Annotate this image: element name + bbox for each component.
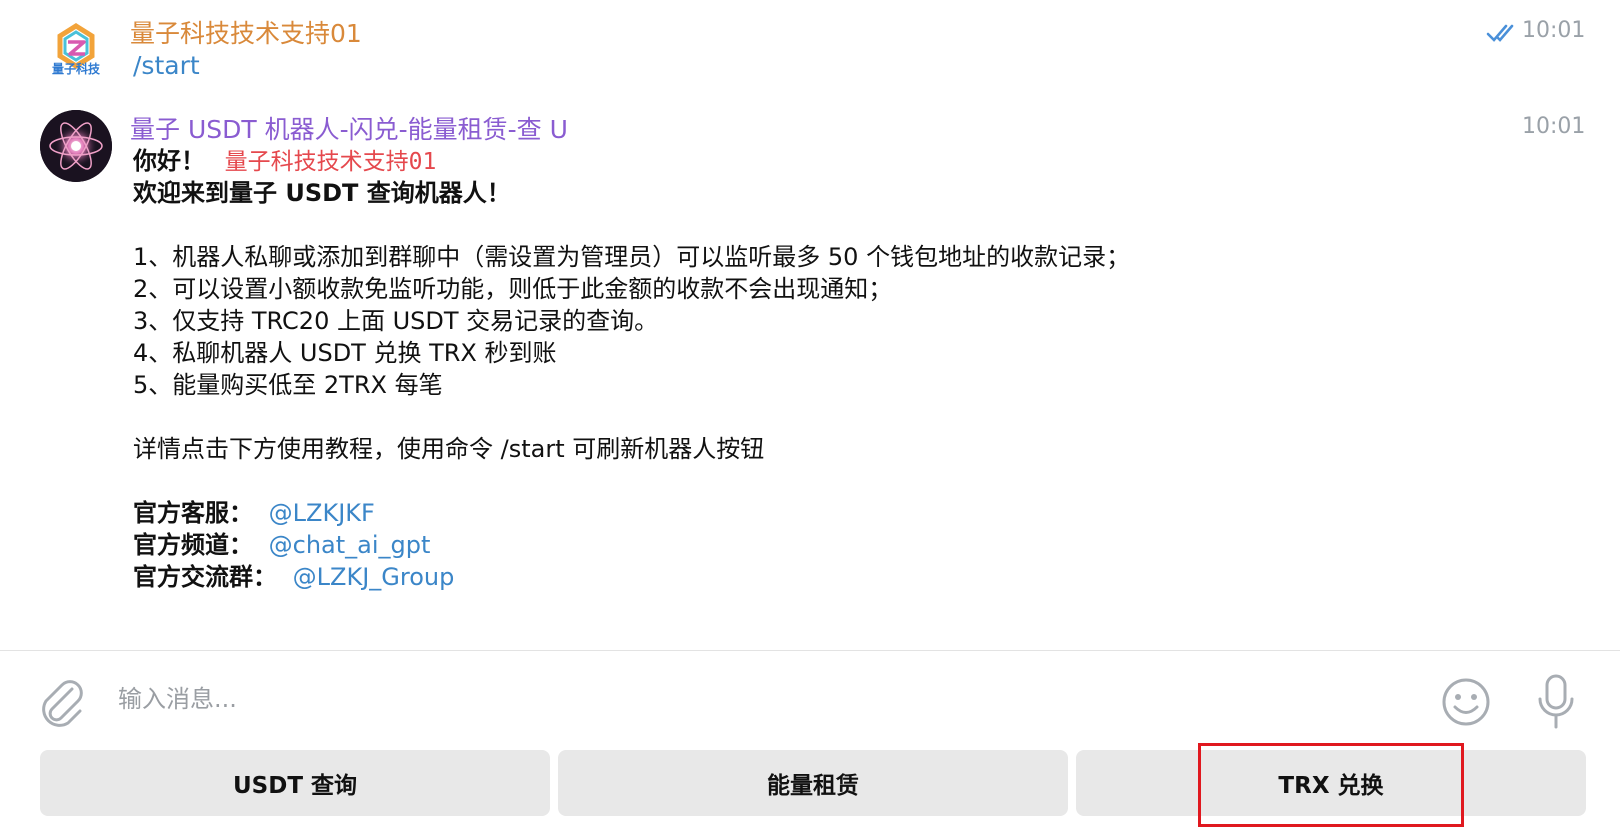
paperclip-icon[interactable] bbox=[36, 675, 86, 727]
contact-label: 官方频道： bbox=[133, 531, 253, 559]
avatar-bot[interactable] bbox=[40, 110, 112, 182]
emoji-icon[interactable] bbox=[1440, 676, 1492, 728]
contact-row: 官方频道： @chat_ai_gpt bbox=[133, 529, 430, 561]
trx-exchange-button[interactable]: TRX 兑换 bbox=[1076, 750, 1586, 816]
usdt-query-button[interactable]: USDT 查询 bbox=[40, 750, 550, 816]
feature-item: 1、机器人私聊或添加到群聊中（需设置为管理员）可以监听最多 50 个钱包地址的收… bbox=[133, 243, 1131, 271]
atom-icon bbox=[40, 110, 112, 182]
greeting-line: 你好！ 量子科技技术支持01 bbox=[133, 145, 436, 178]
sender-name[interactable]: 量子 USDT 机器人-闪兑-能量租赁-查 U bbox=[130, 110, 568, 146]
message-time: 10:01 bbox=[1522, 114, 1586, 139]
welcome-text: 欢迎来到量子 USDT 查询机器人！ bbox=[133, 179, 511, 207]
contact-link-support[interactable]: @LZKJKF bbox=[269, 499, 375, 527]
energy-rental-button[interactable]: 能量租赁 bbox=[558, 750, 1068, 816]
message-composer bbox=[0, 651, 1620, 746]
command-text[interactable]: /start bbox=[133, 50, 200, 82]
contact-link-channel[interactable]: @chat_ai_gpt bbox=[269, 531, 431, 559]
avatar-caption: 量子科技 bbox=[51, 62, 100, 76]
message-input[interactable] bbox=[118, 675, 1368, 723]
feature-item: 5、能量购买低至 2TRX 每笔 bbox=[133, 371, 443, 399]
feature-item: 3、仅支持 TRC20 上面 USDT 交易记录的查询。 bbox=[133, 307, 659, 335]
sender-name[interactable]: 量子科技技术支持01 bbox=[130, 14, 362, 50]
message-time: 10:01 bbox=[1522, 18, 1586, 43]
contact-label: 官方客服： bbox=[133, 499, 253, 527]
contact-label: 官方交流群： bbox=[133, 563, 277, 591]
feature-item: 4、私聊机器人 USDT 兑换 TRX 秒到账 bbox=[133, 339, 557, 367]
feature-item: 2、可以设置小额收款免监听功能，则低于此金额的收款不会出现通知； bbox=[133, 275, 893, 303]
contact-row: 官方客服： @LZKJKF bbox=[133, 497, 375, 529]
reply-keyboard: USDT 查询 能量租赁 TRX 兑换 bbox=[40, 750, 1586, 816]
user-mention[interactable]: 量子科技技术支持01 bbox=[225, 149, 437, 175]
greeting-text: 你好！ bbox=[133, 147, 205, 175]
contact-link-group[interactable]: @LZKJ_Group bbox=[293, 563, 455, 591]
microphone-icon[interactable] bbox=[1536, 673, 1576, 731]
contact-row: 官方交流群： @LZKJ_Group bbox=[133, 561, 454, 593]
read-receipt-icon bbox=[1486, 22, 1520, 48]
details-text: 详情点击下方使用教程，使用命令 /start 可刷新机器人按钮 bbox=[133, 435, 765, 463]
